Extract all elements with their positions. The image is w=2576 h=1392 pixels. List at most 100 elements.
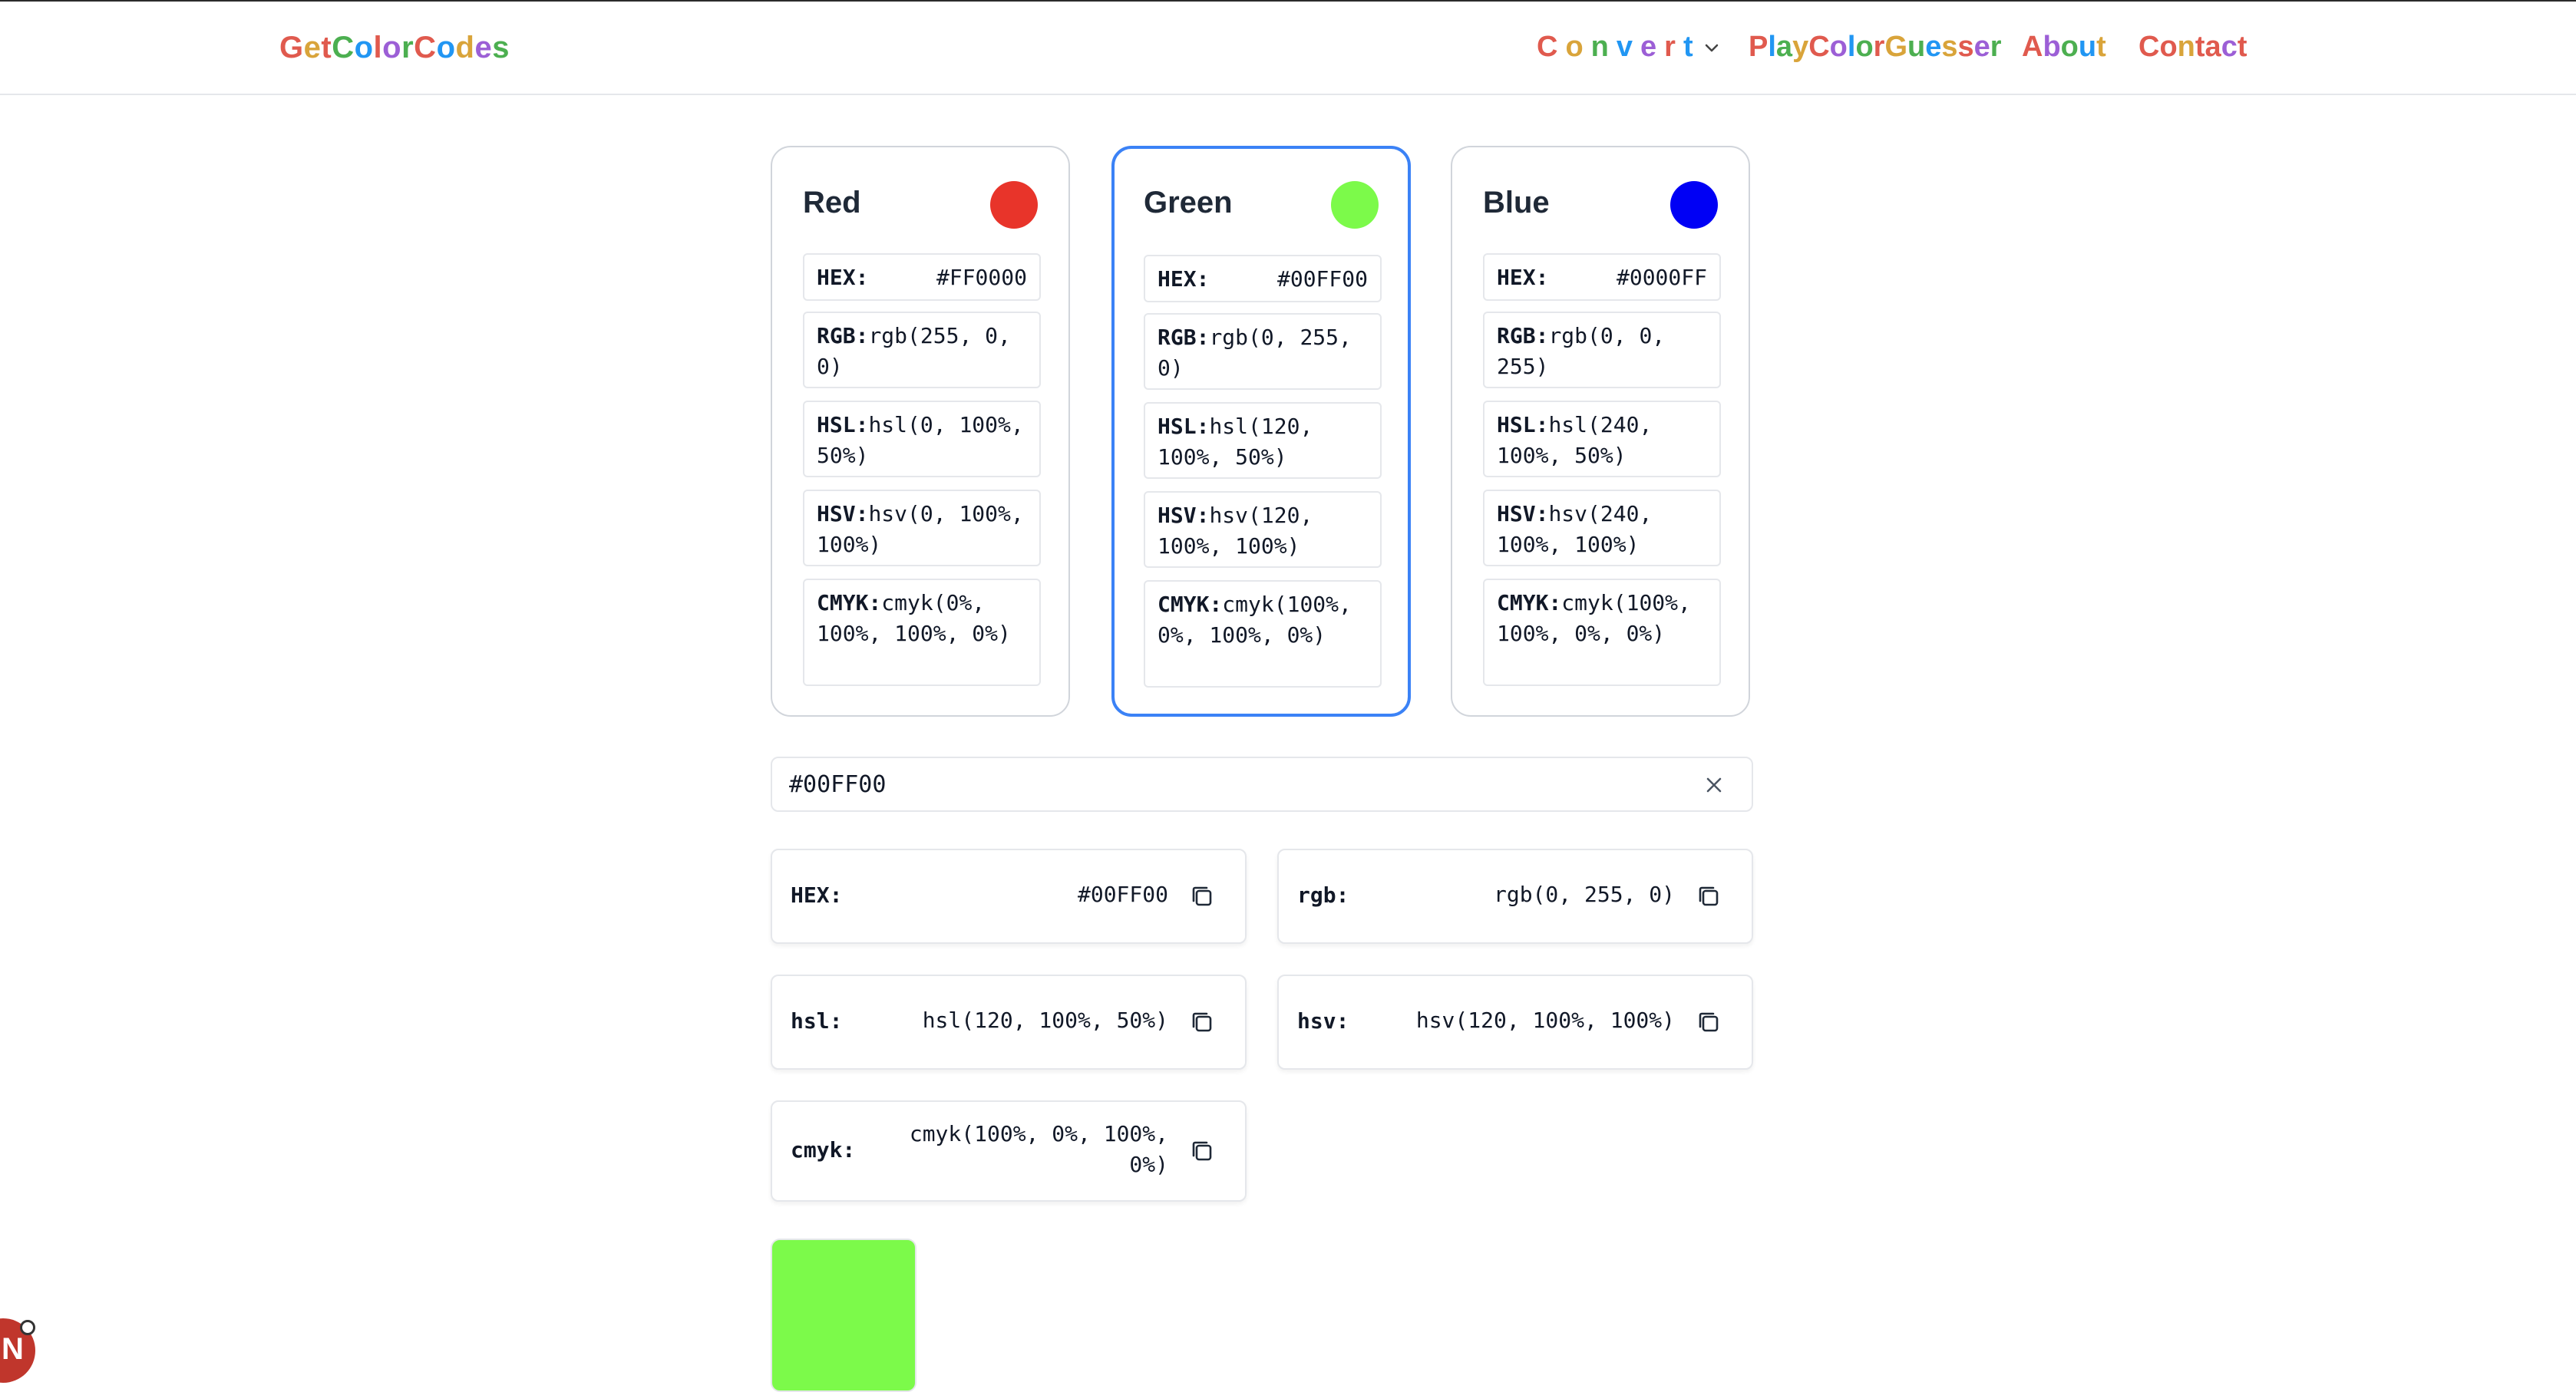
letter: C [2138, 31, 2160, 63]
letter: o [436, 31, 456, 64]
letter: e [474, 31, 493, 64]
close-icon [1706, 777, 1722, 793]
rgb-label: RGB: [1497, 323, 1549, 348]
hsl-field: HSL: hsl(120, 100%, 50%) [1144, 402, 1382, 479]
letter: u [2078, 31, 2097, 63]
letter: a [1775, 31, 1793, 63]
letter: t [2237, 31, 2247, 63]
copy-rgb-button[interactable] [1695, 882, 1722, 910]
letter: r [1873, 31, 1885, 63]
output-cmyk-value: cmyk(100%, 0%, 100%, 0%) [910, 1119, 1168, 1180]
rgb-label: RGB: [1158, 325, 1210, 350]
copy-cmyk-button[interactable] [1188, 1137, 1216, 1165]
logo-link[interactable]: GetColorCodes [279, 31, 510, 65]
output-hsv-label: hsv: [1297, 1008, 1349, 1034]
output-rgb-value: rgb(0, 255, 0) [1493, 882, 1675, 907]
output-cmyk-label: cmyk: [791, 1137, 856, 1163]
nav-play-color-guesser[interactable]: PlayColorGuesser [1749, 31, 2002, 64]
hsv-label: HSV: [817, 501, 869, 526]
letter: A [2022, 31, 2043, 63]
letter: o [1829, 31, 1848, 63]
letter: l [373, 31, 383, 64]
color-card-red[interactable]: Red HEX: #FF0000 RGB: rgb(255, 0, 0) HSL: h… [771, 146, 1070, 717]
letter: c [2221, 31, 2237, 63]
nav-convert-menu[interactable]: Convert [1537, 31, 1721, 64]
letter: l [1768, 31, 1776, 63]
output-hex-label: HEX: [791, 882, 843, 908]
hex-value: #00FF00 [1276, 266, 1368, 292]
hsv-field: HSV: hsv(0, 100%, 100%) [803, 490, 1041, 566]
letter: n [2177, 31, 2195, 63]
hex-field: HEX: #00FF00 [1144, 255, 1382, 302]
letter: t [321, 31, 332, 64]
hsv-label: HSV: [1158, 503, 1210, 528]
color-input-bar [771, 757, 1753, 812]
hex-label: HEX: [1158, 266, 1210, 292]
color-swatch [990, 181, 1038, 229]
letter: C [414, 31, 437, 64]
color-card-green[interactable]: Green HEX: #00FF00 RGB: rgb(0, 255, 0) HSL… [1111, 146, 1411, 717]
output-hsv-card: hsv: hsv(120, 100%, 100%) [1277, 975, 1753, 1070]
letter: s [492, 31, 510, 64]
copy-icon [1192, 1012, 1212, 1032]
letter: G [1884, 31, 1908, 63]
color-swatch [1331, 181, 1379, 229]
hsv-label: HSV: [1497, 501, 1549, 526]
hsv-field: HSV: hsv(120, 100%, 100%) [1144, 491, 1382, 568]
output-cmyk-value-line2: 0%) [1129, 1152, 1168, 1177]
chevron-down-icon [1702, 31, 1721, 64]
copy-icon [1192, 886, 1212, 906]
rgb-field: RGB: rgb(0, 255, 0) [1144, 313, 1382, 390]
copy-icon [1192, 1141, 1212, 1161]
hsl-field: HSL: hsl(240, 100%, 50%) [1483, 401, 1721, 477]
navbar: GetColorCodes Convert PlayColorGuesser A… [0, 2, 2576, 95]
letter: b [2043, 31, 2061, 63]
letter: G [279, 31, 304, 64]
hsv-field: HSV: hsv(240, 100%, 100%) [1483, 490, 1721, 566]
nav-about[interactable]: About [2022, 31, 2106, 64]
hsl-label: HSL: [817, 412, 869, 437]
color-input[interactable] [789, 767, 1633, 801]
letter: P [1749, 31, 1769, 63]
hsl-label: HSL: [1497, 412, 1549, 437]
letter: a [2204, 31, 2221, 63]
copy-hex-button[interactable] [1188, 882, 1216, 910]
output-rgb-label: rgb: [1297, 882, 1349, 908]
output-hsv-value: hsv(120, 100%, 100%) [1415, 1008, 1675, 1033]
nav-contact[interactable]: Contact [2138, 31, 2247, 64]
letter: o [382, 31, 402, 64]
badge-indicator-dot [20, 1320, 35, 1335]
letter: r [1664, 31, 1683, 63]
letter: o [1565, 31, 1591, 63]
letter: t [2195, 31, 2205, 63]
nav-convert-label: Convert [1537, 31, 1701, 63]
copy-icon [1699, 1012, 1719, 1032]
cmyk-label: CMYK: [1158, 592, 1223, 617]
output-hex-card: HEX: #00FF00 [771, 849, 1247, 944]
output-cmyk-value-line1: cmyk(100%, 0%, 100%, [909, 1121, 1168, 1146]
hsl-field: HSL: hsl(0, 100%, 50%) [803, 401, 1041, 477]
output-cmyk-card: cmyk: cmyk(100%, 0%, 100%, 0%) [771, 1100, 1247, 1202]
hex-label: HEX: [817, 265, 869, 290]
letter: o [354, 31, 374, 64]
letter: n [1590, 31, 1617, 63]
letter: o [2159, 31, 2178, 63]
letter: s [1941, 31, 1958, 63]
cmyk-field: CMYK: cmyk(0%, 100%, 100%, 0%) [803, 579, 1041, 686]
cmyk-field: CMYK: cmyk(100%, 0%, 100%, 0%) [1144, 580, 1382, 688]
letter: l [1847, 31, 1856, 63]
letter: C [332, 31, 355, 64]
copy-hsv-button[interactable] [1695, 1008, 1722, 1036]
hex-field: HEX: #FF0000 [803, 253, 1041, 301]
badge-letter: N [2, 1332, 24, 1366]
card-title: Blue [1483, 186, 1550, 219]
output-hsl-card: hsl: hsl(120, 100%, 50%) [771, 975, 1247, 1070]
clear-button[interactable] [1702, 774, 1726, 797]
copy-hsl-button[interactable] [1188, 1008, 1216, 1036]
hex-field: HEX: #0000FF [1483, 253, 1721, 301]
rgb-field: RGB: rgb(0, 0, 255) [1483, 312, 1721, 388]
letter: r [401, 31, 414, 64]
cmyk-label: CMYK: [1497, 590, 1562, 615]
color-card-blue[interactable]: Blue HEX: #0000FF RGB: rgb(0, 0, 255) HSL:… [1451, 146, 1750, 717]
letter: t [2096, 31, 2106, 63]
